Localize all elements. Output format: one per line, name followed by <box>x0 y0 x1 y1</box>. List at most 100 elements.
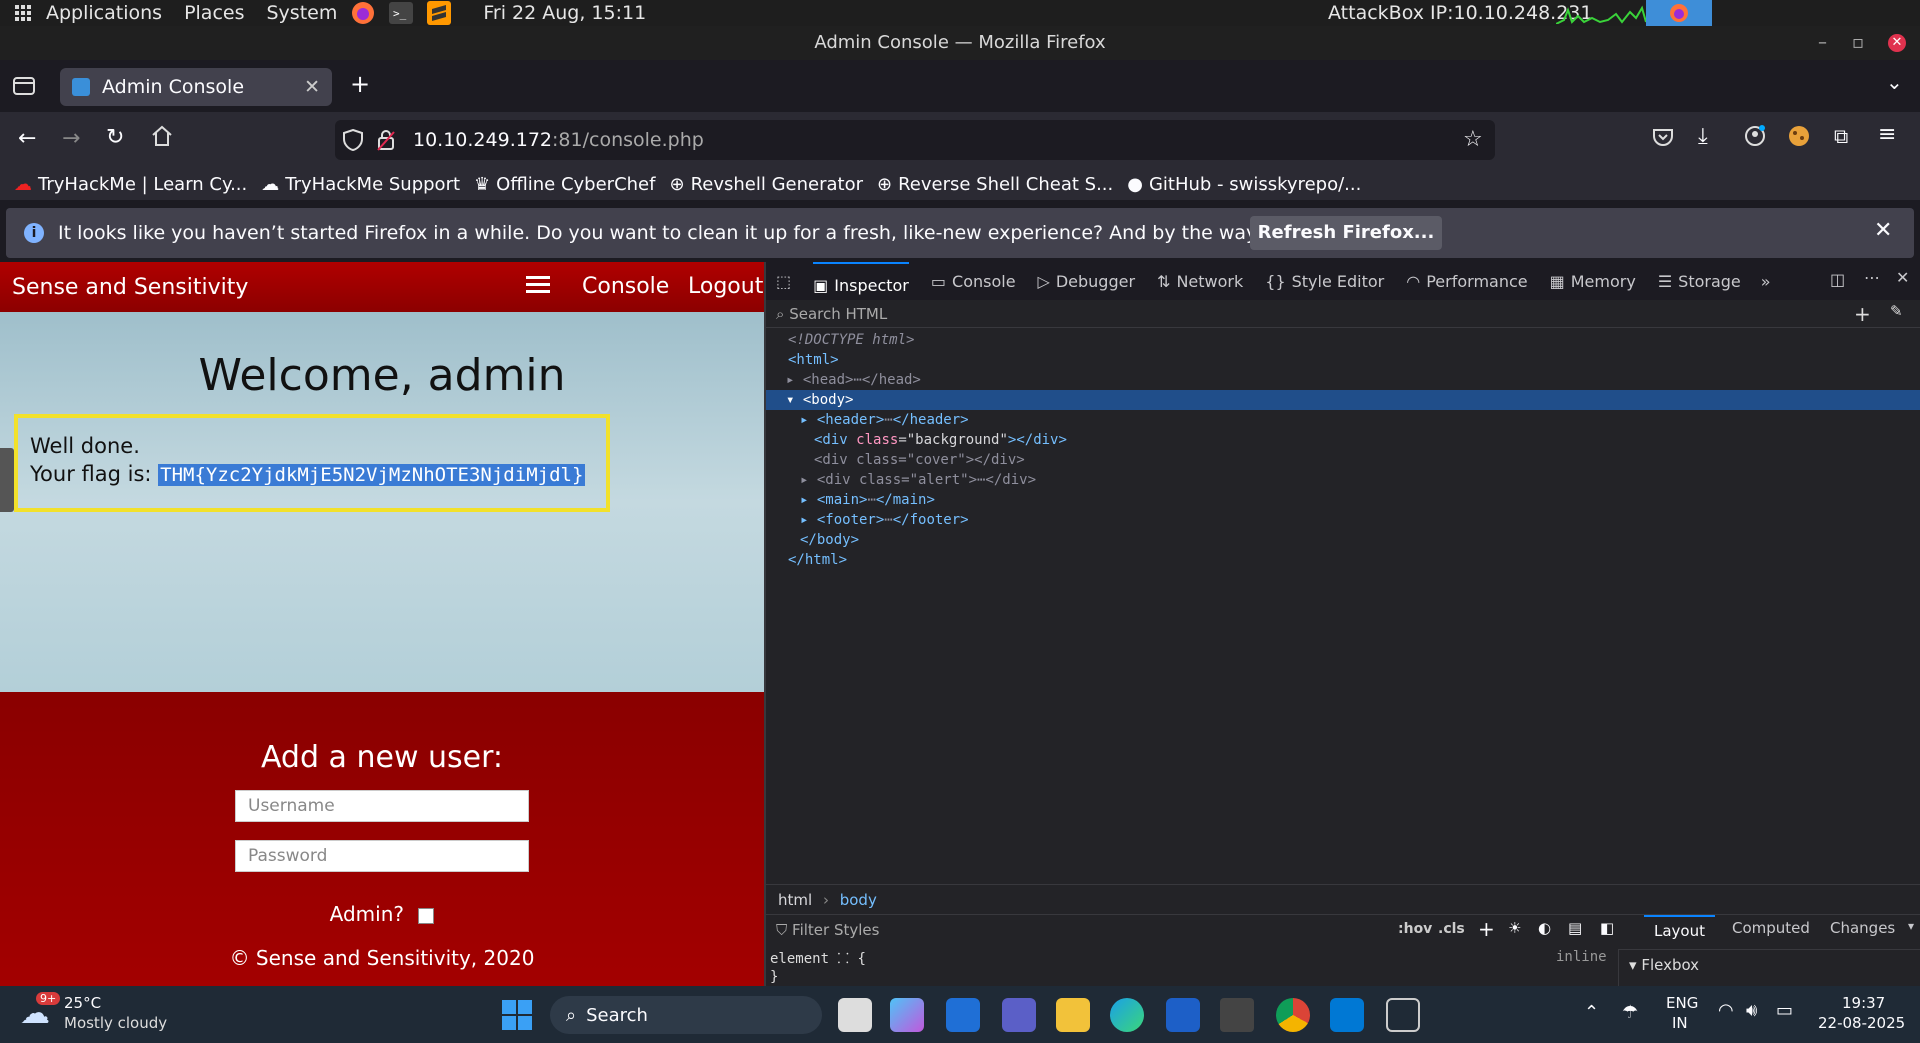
bookmark-tryhackme[interactable]: ☁ TryHackMe | Learn Cy... <box>14 174 247 195</box>
tab-admin-console[interactable]: Admin Console ✕ <box>60 68 332 106</box>
dark-mode-contrast-icon[interactable]: ◐ <box>1538 919 1551 937</box>
copilot-icon[interactable] <box>890 998 924 1032</box>
refresh-firefox-button[interactable]: Refresh Firefox... <box>1250 216 1442 250</box>
username-input[interactable]: Username <box>235 790 529 822</box>
teams-icon[interactable] <box>1002 998 1036 1032</box>
add-rule-icon[interactable]: + <box>1478 917 1495 941</box>
light-mode-sun-icon[interactable]: ☀ <box>1508 919 1521 937</box>
wifi-icon[interactable]: ◠ <box>1718 1000 1734 1021</box>
admin-checkbox[interactable] <box>418 907 435 924</box>
tree-body[interactable]: ▾ <body> <box>766 390 1920 410</box>
app-hex-icon[interactable] <box>1220 998 1254 1032</box>
gnome-clock[interactable]: Fri 22 Aug, 15:11 <box>483 2 646 24</box>
tab-debugger[interactable]: ▷ Debugger <box>1038 272 1136 291</box>
tree-div-background[interactable]: <div class="background"></div> <box>766 430 1920 450</box>
places-menu[interactable]: Places <box>184 2 244 24</box>
sublime-launcher-icon[interactable] <box>427 1 452 25</box>
filter-styles-input[interactable]: ⛉ Filter Styles <box>776 921 879 939</box>
task-view-icon[interactable] <box>838 998 872 1032</box>
file-explorer-icon[interactable] <box>1056 998 1090 1032</box>
sidebar-handle[interactable] <box>0 448 14 512</box>
nav-logout-link[interactable]: Logout <box>688 274 763 299</box>
tray-chevron-up-icon[interactable]: ⌃ <box>1584 1002 1599 1023</box>
flag-value[interactable]: THM{Yzc2YjdkMjE5N2VjMzNhOTE3NjdiMjdl} <box>158 464 586 486</box>
cls-toggle[interactable]: .cls <box>1438 921 1465 937</box>
bookmark-cyberchef[interactable]: ♛ Offline CyberChef <box>474 174 655 195</box>
element-rule[interactable]: element ⸬ { <box>770 949 866 968</box>
tab-inspector[interactable]: ▣ Inspector <box>813 262 909 300</box>
tree-main[interactable]: ▸ <main>⋯</main> <box>766 490 1920 510</box>
tab-network[interactable]: ⇅ Network <box>1157 272 1243 291</box>
forward-arrow-icon[interactable]: → <box>62 126 80 151</box>
weather-desc[interactable]: Mostly cloudy <box>64 1014 167 1032</box>
home-icon[interactable] <box>150 124 174 152</box>
site-brand[interactable]: Sense and Sensitivity <box>12 275 248 300</box>
tray-shield-icon[interactable]: ☂ <box>1622 1002 1638 1023</box>
tree-div-alert[interactable]: ▸ <div class="alert">⋯</div> <box>766 470 1920 490</box>
devtools-menu-icon[interactable]: ⋯ <box>1864 268 1880 287</box>
tree-html-close[interactable]: </html> <box>766 550 1920 570</box>
firefox-window-button[interactable] <box>1646 0 1712 26</box>
tab-computed[interactable]: Computed <box>1732 919 1810 937</box>
applications-menu[interactable]: Applications <box>46 2 162 24</box>
bookmark-star-icon[interactable]: ☆ <box>1463 127 1483 152</box>
tracking-shield-icon[interactable] <box>343 128 363 156</box>
tab-console[interactable]: ▭ Console <box>931 272 1016 291</box>
toggle-sidebar-icon[interactable]: ◧ <box>1600 919 1614 937</box>
taskbar-time[interactable]: 19:37 <box>1842 994 1885 1012</box>
tab-layout[interactable]: Layout <box>1644 915 1715 945</box>
search-html-input[interactable]: ⌕ Search HTML + ✎ <box>766 300 1920 328</box>
tree-body-close[interactable]: </body> <box>766 530 1920 550</box>
tree-html[interactable]: <html> <box>766 350 1920 370</box>
eyedropper-icon[interactable]: ✎ <box>1890 302 1903 320</box>
hov-toggle[interactable]: :hov <box>1398 921 1432 937</box>
app-blue-icon[interactable] <box>946 998 980 1032</box>
nav-console-link[interactable]: Console <box>582 274 669 299</box>
taskbar-date[interactable]: 22-08-2025 <box>1818 1014 1905 1032</box>
tab-changes[interactable]: Changes <box>1830 919 1895 937</box>
snipping-tool-icon[interactable] <box>1386 998 1420 1032</box>
add-node-icon[interactable]: + <box>1854 302 1871 326</box>
side-tabs-dropdown-icon[interactable]: ▾ <box>1908 919 1914 933</box>
close-notice-icon[interactable]: ✕ <box>1874 218 1892 243</box>
battery-icon[interactable]: ▭ <box>1776 1000 1793 1021</box>
tab-overview-icon[interactable] <box>12 74 36 100</box>
volume-icon[interactable]: 🔊︎ <box>1746 1000 1757 1021</box>
apps-grid-icon[interactable] <box>14 4 32 22</box>
minimize-icon[interactable]: – <box>1818 26 1827 60</box>
chrome-icon[interactable] <box>1276 998 1310 1032</box>
tab-performance[interactable]: ◠ Performance <box>1406 272 1527 291</box>
tab-storage[interactable]: ☰ Storage <box>1658 272 1741 291</box>
lock-icon[interactable] <box>377 129 395 156</box>
tab-close-icon[interactable]: ✕ <box>304 76 320 98</box>
pocket-icon[interactable] <box>1652 126 1674 152</box>
bookmark-github[interactable]: ● GitHub - swisskyrepo/... <box>1127 174 1361 195</box>
downloads-icon[interactable]: ⤓ <box>1698 124 1708 149</box>
list-tabs-chevron-down-icon[interactable]: ⌄ <box>1886 70 1903 94</box>
terminal-launcher-icon[interactable]: >_ <box>389 2 414 24</box>
tree-head[interactable]: ▸ <head>⋯</head> <box>766 370 1920 390</box>
app-menu-hamburger-icon[interactable]: ≡ <box>1878 122 1896 147</box>
element-picker-icon[interactable]: ⬚ <box>776 272 791 291</box>
edge-icon[interactable] <box>1110 998 1144 1032</box>
crumb-body[interactable]: body <box>840 891 877 909</box>
bookmark-tryhackme-support[interactable]: ☁ TryHackMe Support <box>261 174 460 195</box>
bookmark-revshell[interactable]: ⊕ Revshell Generator <box>669 174 863 195</box>
firefox-launcher-icon[interactable] <box>351 1 375 25</box>
taskbar-search-box[interactable]: ⌕ Search <box>550 996 822 1034</box>
close-window-icon[interactable]: ✕ <box>1888 34 1906 52</box>
back-arrow-icon[interactable]: ← <box>18 126 36 151</box>
tree-footer[interactable]: ▸ <footer>⋯</footer> <box>766 510 1920 530</box>
tab-style-editor[interactable]: {} Style Editor <box>1265 272 1384 291</box>
ms-store-icon[interactable] <box>1166 998 1200 1032</box>
tree-div-cover[interactable]: <div class="cover"></div> <box>766 450 1920 470</box>
vscode-icon[interactable] <box>1330 998 1364 1032</box>
reload-icon[interactable]: ↻ <box>106 125 124 150</box>
url-bar[interactable]: 10.10.249.172:81/console.php ☆ <box>335 120 1495 160</box>
close-devtools-icon[interactable]: ✕ <box>1896 268 1909 287</box>
weather-temp[interactable]: 25°C <box>64 994 101 1012</box>
dock-side-icon[interactable]: ◫ <box>1830 270 1845 289</box>
tree-doctype[interactable]: <!DOCTYPE html> <box>766 330 1920 350</box>
maximize-icon[interactable]: ▫ <box>1852 26 1864 60</box>
extensions-puzzle-icon[interactable]: ⧉ <box>1834 124 1848 148</box>
